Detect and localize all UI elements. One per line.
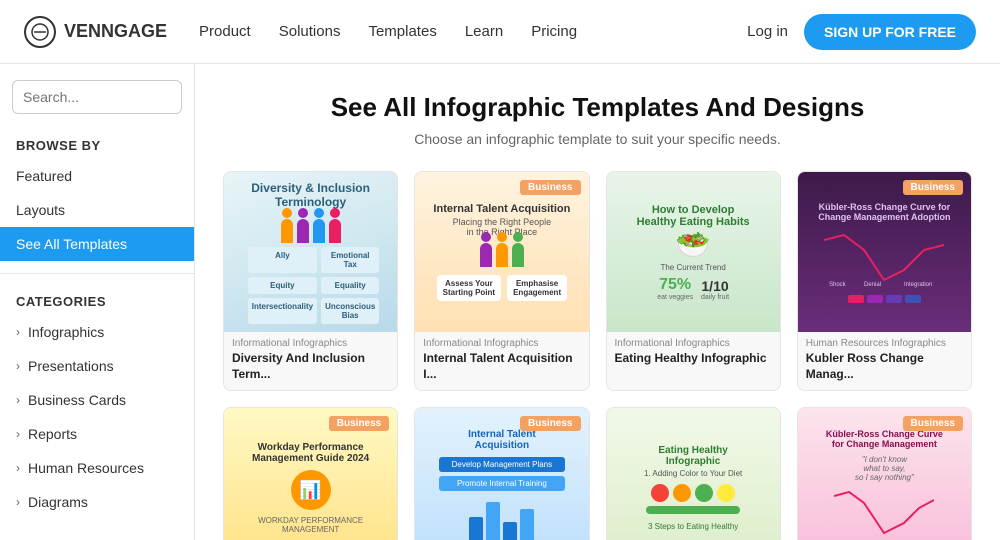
categories-title: CATEGORIES <box>0 286 194 315</box>
sidebar-item-business-cards[interactable]: › Business Cards <box>0 383 194 417</box>
food-yellow <box>717 484 735 502</box>
sidebar-item-featured[interactable]: Featured <box>0 159 194 193</box>
card-badge-2: Business <box>520 180 580 195</box>
sidebar-item-human-resources[interactable]: › Human Resources <box>0 451 194 485</box>
progress-bar <box>646 506 740 514</box>
template-card-talent2[interactable]: Business Internal TalentAcquisition Deve… <box>414 407 589 540</box>
svg-text:Integration: Integration <box>904 282 932 288</box>
sidebar-item-diagrams[interactable]: › Diagrams <box>0 485 194 519</box>
food-green <box>695 484 713 502</box>
page-title: See All Infographic Templates And Design… <box>223 92 972 123</box>
template-card-kubler[interactable]: Business Kübler-Ross Change Curve forCha… <box>797 171 972 391</box>
card-title-3: Eating Healthy Infographic <box>607 349 780 375</box>
chevron-right-icon: › <box>16 359 20 373</box>
figure-2 <box>297 219 309 243</box>
sidebar-item-reports[interactable]: › Reports <box>0 417 194 451</box>
header: VENNGAGE Product Solutions Templates Lea… <box>0 0 1000 64</box>
login-button[interactable]: Log in <box>747 23 788 40</box>
card-badge-8: Business <box>903 416 963 431</box>
sidebar-cat-infographics-label: Infographics <box>28 324 104 340</box>
sidebar-item-layouts[interactable]: Layouts <box>0 193 194 227</box>
kubler2-curve <box>834 488 934 538</box>
workday-icon: 📊 <box>291 470 331 510</box>
template-card-workday[interactable]: Business Workday PerformanceManagement G… <box>223 407 398 540</box>
template-card-healthy[interactable]: How to DevelopHealthy Eating Habits 🥗 Th… <box>606 171 781 391</box>
card-label-1: Informational Infographics <box>224 332 397 349</box>
fig-b <box>496 243 508 267</box>
card-label-4: Human Resources Infographics <box>798 332 971 349</box>
sidebar-cat-reports-label: Reports <box>28 426 77 442</box>
logo[interactable]: VENNGAGE <box>24 16 167 48</box>
nav-solutions[interactable]: Solutions <box>279 23 341 40</box>
card-title-1: Diversity And Inclusion Term... <box>224 349 397 390</box>
chevron-right-icon: › <box>16 461 20 475</box>
sidebar-cat-diagrams-label: Diagrams <box>28 494 88 510</box>
page-subtitle: Choose an infographic template to suit y… <box>223 131 972 147</box>
sidebar-item-featured-label: Featured <box>16 168 72 184</box>
sidebar-cat-business-cards-label: Business Cards <box>28 392 126 408</box>
sidebar: 🔍 BROWSE BY Featured Layouts See All Tem… <box>0 64 195 540</box>
figure-3 <box>313 219 325 243</box>
template-card-talent[interactable]: Business Internal Talent Acquisition Pla… <box>414 171 589 391</box>
page-content: 🔍 BROWSE BY Featured Layouts See All Tem… <box>0 64 1000 540</box>
logo-text: VENNGAGE <box>64 21 167 42</box>
card-label-3: Informational Infographics <box>607 332 780 349</box>
bar-4 <box>520 509 534 540</box>
nav-learn[interactable]: Learn <box>465 23 503 40</box>
figure-4 <box>329 219 341 243</box>
food-red <box>651 484 669 502</box>
sidebar-item-infographics[interactable]: › Infographics <box>0 315 194 349</box>
sidebar-item-see-all-label: See All Templates <box>16 236 127 252</box>
search-input[interactable] <box>23 89 195 105</box>
nav-pricing[interactable]: Pricing <box>531 23 577 40</box>
template-card-healthy2[interactable]: Eating HealthyInfographic 1. Adding Colo… <box>606 407 781 540</box>
figure-1 <box>281 219 293 243</box>
signup-button[interactable]: SIGN UP FOR FREE <box>804 14 976 50</box>
sidebar-item-layouts-label: Layouts <box>16 202 65 218</box>
sidebar-item-see-all-templates[interactable]: See All Templates <box>0 227 194 261</box>
template-visual-7: Eating HealthyInfographic 1. Adding Colo… <box>607 408 780 540</box>
fig-a <box>480 243 492 267</box>
sidebar-cat-hr-label: Human Resources <box>28 460 144 476</box>
card-label-2: Informational Infographics <box>415 332 588 349</box>
chevron-right-icon: › <box>16 427 20 441</box>
healthy-icon: 🥗 <box>676 228 711 261</box>
sidebar-divider <box>0 273 194 274</box>
search-box[interactable]: 🔍 <box>12 80 182 114</box>
kubler-curve-chart: Shock Denial Integration <box>824 230 944 290</box>
sidebar-item-presentations[interactable]: › Presentations <box>0 349 194 383</box>
card-title-2: Internal Talent Acquisition I... <box>415 349 588 390</box>
chevron-right-icon: › <box>16 495 20 509</box>
nav-templates[interactable]: Templates <box>368 23 436 40</box>
template-card-diversity[interactable]: Diversity & InclusionTerminology Ally Em… <box>223 171 398 391</box>
bar-1 <box>469 517 483 540</box>
bar-3 <box>503 522 517 540</box>
logo-icon <box>24 16 56 48</box>
header-actions: Log in SIGN UP FOR FREE <box>747 14 976 50</box>
template-card-kubler2[interactable]: Business Kübler-Ross Change Curvefor Cha… <box>797 407 972 540</box>
browse-title: BROWSE BY <box>0 130 194 159</box>
main-nav: Product Solutions Templates Learn Pricin… <box>199 23 747 40</box>
template-visual-4: Kübler-Ross Change Curve forChange Manag… <box>798 172 971 332</box>
card-badge-4: Business <box>903 180 963 195</box>
template-visual-1: Diversity & InclusionTerminology Ally Em… <box>224 172 397 332</box>
template-grid: Diversity & InclusionTerminology Ally Em… <box>223 171 972 540</box>
main-content: See All Infographic Templates And Design… <box>195 64 1000 540</box>
template-visual-2: Internal Talent Acquisition Placing the … <box>415 172 588 332</box>
food-orange <box>673 484 691 502</box>
card-badge-5: Business <box>329 416 389 431</box>
sidebar-cat-presentations-label: Presentations <box>28 358 114 374</box>
nav-product[interactable]: Product <box>199 23 251 40</box>
template-visual-3: How to DevelopHealthy Eating Habits 🥗 Th… <box>607 172 780 332</box>
card-badge-6: Business <box>520 416 580 431</box>
bar-2 <box>486 502 500 540</box>
svg-text:Shock: Shock <box>829 282 847 288</box>
card-title-4: Kubler Ross Change Manag... <box>798 349 971 390</box>
svg-text:Denial: Denial <box>864 282 881 288</box>
chevron-right-icon: › <box>16 325 20 339</box>
fig-c <box>512 243 524 267</box>
chevron-right-icon: › <box>16 393 20 407</box>
